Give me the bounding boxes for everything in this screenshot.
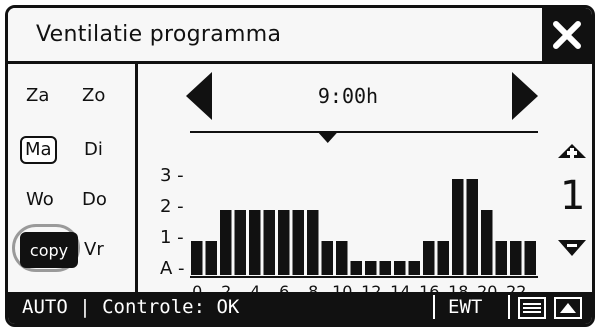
time-marker-icon [318,133,337,143]
day-za[interactable]: Za [26,84,49,108]
schedule-bar [205,241,217,275]
program-window: Ventilatie programma Za Zo Ma Di Wo Do c… [5,5,595,327]
schedule-bar [307,210,319,275]
schedule-bar [379,261,391,275]
day-zo[interactable]: Zo [82,84,105,108]
time-readout: 9:00h [317,84,379,108]
day-di[interactable]: Di [84,138,103,162]
y-tick-label: 1 - [160,227,184,248]
page-title: Ventilatie programma [36,22,282,47]
status-divider [433,295,435,319]
schedule-bar [423,241,435,275]
schedule-bar [452,179,464,275]
status-text: AUTO | Controle: OK [22,296,240,318]
y-tick-label: 3 - [160,165,184,186]
schedule-bar [510,241,522,275]
schedule-bar [495,241,507,275]
y-tick-label: 2 - [160,196,184,217]
day-ma[interactable]: Ma [20,136,57,164]
time-next-button[interactable] [512,72,538,120]
schedule-bar [524,241,536,275]
schedule-bar [191,241,203,275]
day-vr[interactable]: Vr [84,238,104,262]
settings-icon[interactable] [518,297,546,319]
schedule-bar [350,261,362,275]
close-button[interactable] [542,8,592,61]
ewt-status: EWT [448,296,483,318]
schedule-bar [437,241,449,275]
schedule-chart-area: 9:00h A -1 -2 -3 -0 2 4 6 8 10 12 14 16 18 20 22 [138,64,550,301]
copy-button[interactable]: copy [20,232,78,268]
home-icon[interactable] [554,297,582,319]
schedule-bar [321,241,333,275]
close-icon [553,20,581,49]
schedule-bar [481,210,493,275]
time-prev-button[interactable] [186,72,212,120]
title-bar: Ventilatie programma [8,8,592,64]
day-wo[interactable]: Wo [26,188,54,212]
schedule-bar [263,210,275,275]
level-up-icon[interactable] [550,132,595,172]
level-down-icon[interactable] [550,234,595,264]
schedule-bar [365,261,377,275]
level-readout: 1 [560,173,586,219]
schedule-bar [234,210,246,275]
schedule-bar [394,261,406,275]
schedule-bar [278,210,290,275]
schedule-bar [292,210,304,275]
schedule-bar [408,261,420,275]
schedule-bar [336,241,348,275]
schedule-bar [220,210,232,275]
day-selector: Za Zo Ma Di Wo Do copy Vr [8,64,138,299]
level-controls: 1 [550,64,595,299]
day-do[interactable]: Do [82,188,107,212]
schedule-bar [249,210,261,275]
schedule-bar [466,179,478,275]
status-bar: AUTO | Controle: OK EWT [8,292,592,324]
status-divider [508,295,510,319]
y-tick-label: A - [160,258,185,279]
